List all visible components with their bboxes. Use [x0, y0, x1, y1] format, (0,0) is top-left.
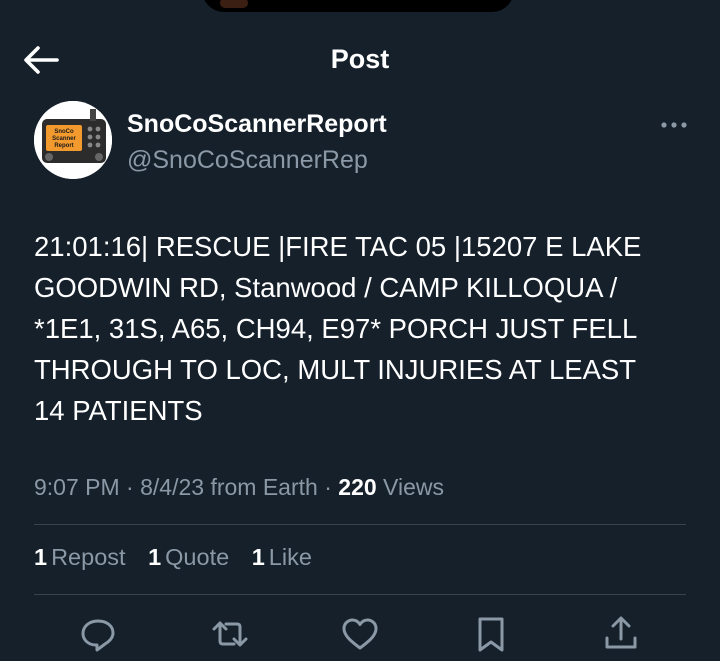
repost-button[interactable]	[210, 614, 250, 654]
views-label: Views	[383, 474, 444, 500]
like-button[interactable]	[340, 614, 380, 654]
reposts-label: Repost	[51, 544, 126, 570]
action-bar	[0, 610, 720, 654]
share-button[interactable]	[601, 614, 641, 654]
like-icon	[342, 618, 378, 650]
post-text-line: GOODWIN RD, Stanwood / CAMP KILLOQUA /	[34, 272, 618, 303]
post-time[interactable]: 9:07 PM	[34, 474, 120, 500]
share-icon	[605, 616, 637, 649]
avatar-text-line-3: Report	[54, 143, 73, 149]
page-title: Post	[330, 44, 390, 74]
display-name[interactable]: SnoCoScannerReport	[127, 110, 387, 139]
more-options-button[interactable]	[658, 115, 694, 135]
repost-icon	[212, 621, 248, 647]
post-header: Post	[0, 36, 720, 84]
post-text-line: THROUGH TO LOC, MULT INJURIES AT LEAST	[34, 354, 637, 385]
quotes-count: 1	[148, 544, 162, 570]
author-row: SnoCo Scanner Report SnoCoScannerReport …	[34, 101, 694, 185]
phone-notch	[202, 0, 514, 12]
user-handle: @SnoCoScannerRep	[127, 146, 368, 174]
reposts-count: 1	[34, 544, 48, 570]
bookmark-icon	[478, 617, 504, 652]
likes-stat[interactable]: 1 Like	[252, 544, 312, 571]
meta-separator: ·	[324, 474, 332, 500]
bookmark-button[interactable]	[471, 614, 511, 654]
meta-separator: ·	[126, 474, 134, 500]
quotes-stat[interactable]: 1 Quote	[148, 544, 229, 571]
post-text-line: 14 PATIENTS	[34, 395, 203, 426]
post-source: from Earth	[210, 474, 318, 500]
avatar-text-line-1: SnoCo	[54, 129, 74, 135]
post-text-line: *1E1, 31S, A65, CH94, E97* PORCH JUST FE…	[34, 313, 638, 344]
post-meta: 9:07 PM · 8/4/23 from Earth · 220 Views	[34, 474, 444, 501]
post-text-line: 21:01:16| RESCUE |FIRE TAC 05 |15207 E L…	[34, 231, 642, 262]
post-date[interactable]: 8/4/23	[140, 474, 204, 500]
scanner-radio-image: SnoCo Scanner Report	[34, 101, 112, 179]
views-count: 220	[338, 474, 377, 500]
divider	[34, 594, 686, 595]
avatar[interactable]: SnoCo Scanner Report	[34, 101, 112, 179]
more-horizontal-icon	[661, 122, 687, 128]
likes-count: 1	[251, 544, 265, 570]
avatar-text-line-2: Scanner	[52, 136, 76, 142]
likes-label: Like	[268, 544, 312, 570]
quotes-label: Quote	[165, 544, 230, 570]
reposts-stat[interactable]: 1 Repost	[34, 544, 126, 571]
engagement-stats: 1 Repost 1 Quote 1 Like	[34, 544, 328, 571]
post-text: 21:01:16| RESCUE |FIRE TAC 05 |15207 E L…	[34, 226, 684, 431]
reply-button[interactable]	[78, 614, 118, 654]
reply-icon	[81, 619, 115, 652]
notch-indicator	[220, 0, 248, 8]
divider	[34, 524, 686, 525]
